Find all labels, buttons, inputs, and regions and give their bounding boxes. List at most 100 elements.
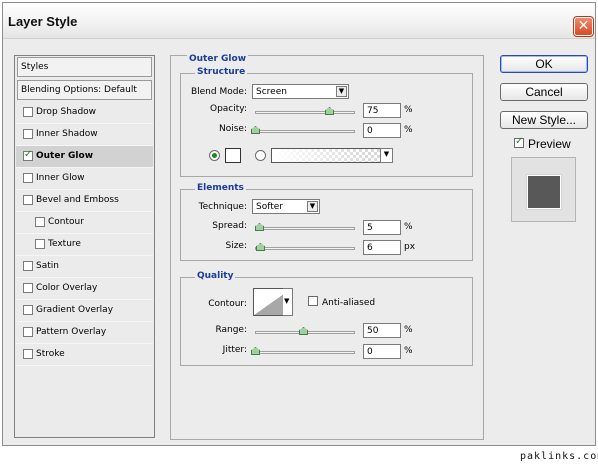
style-item-bevel-and-emboss[interactable]: Bevel and Emboss — [16, 190, 153, 212]
range-unit: % — [404, 325, 413, 335]
technique-value: Softer — [256, 202, 283, 212]
opacity-value: 75 — [367, 106, 379, 116]
spread-label: Spread: — [212, 221, 247, 231]
range-input[interactable]: 50 — [363, 323, 401, 338]
ok-button[interactable]: OK — [500, 55, 588, 73]
style-item-outer-glow[interactable]: Outer Glow — [16, 146, 153, 168]
stroke-checkbox[interactable] — [23, 349, 33, 359]
jitter-label: Jitter: — [222, 345, 247, 355]
jitter-value: 0 — [367, 347, 373, 357]
size-unit: px — [404, 242, 416, 252]
chevron-down-icon: ▼ — [336, 86, 347, 97]
blending-options-label: Blending Options: Default — [21, 85, 137, 95]
noise-unit: % — [404, 125, 413, 135]
styles-header[interactable]: Styles — [17, 57, 152, 77]
quality-title: Quality — [195, 271, 236, 281]
pattern-overlay-checkbox[interactable] — [23, 327, 33, 337]
opacity-slider[interactable] — [255, 111, 355, 114]
noise-value: 0 — [367, 126, 373, 136]
inner-shadow-checkbox[interactable] — [23, 129, 33, 139]
styles-header-label: Styles — [21, 62, 49, 72]
style-item-inner-glow[interactable]: Inner Glow — [16, 168, 153, 190]
glow-gradient-picker[interactable] — [271, 148, 391, 163]
technique-select[interactable]: Softer ▼ — [252, 199, 320, 214]
blend-mode-select[interactable]: Screen ▼ — [252, 84, 349, 99]
cancel-button[interactable]: Cancel — [500, 83, 588, 101]
noise-input[interactable]: 0 — [363, 123, 401, 138]
structure-title: Structure — [195, 67, 248, 77]
gradient-radio[interactable] — [255, 150, 266, 161]
range-label: Range: — [215, 325, 247, 335]
gradient-overlay-label: Gradient Overlay — [36, 305, 114, 315]
style-item-satin[interactable]: Satin — [16, 256, 153, 278]
chevron-down-icon: ▼ — [381, 150, 392, 161]
contour-checkbox[interactable] — [35, 217, 45, 227]
outer-glow-checkbox[interactable] — [23, 149, 33, 161]
size-input[interactable]: 6 — [363, 240, 401, 255]
chevron-down-icon: ▼ — [307, 201, 318, 212]
inner-glow-checkbox[interactable] — [23, 173, 33, 183]
contour-dropdown-button[interactable]: ▼ — [283, 288, 293, 316]
preview-checkbox[interactable] — [514, 136, 524, 148]
solid-color-radio[interactable] — [209, 150, 220, 161]
spread-unit: % — [404, 222, 413, 232]
style-item-inner-shadow[interactable]: Inner Shadow — [16, 124, 153, 146]
outer-glow-label: Outer Glow — [36, 151, 94, 161]
new-style-button[interactable]: New Style... — [500, 111, 588, 129]
layer-style-dialog: Layer Style ✕ Styles Blending Options: D… — [2, 2, 596, 446]
glow-color-swatch[interactable] — [225, 148, 241, 163]
jitter-slider[interactable] — [255, 351, 355, 354]
noise-label: Noise: — [219, 124, 247, 134]
spread-input[interactable]: 5 — [363, 220, 401, 235]
elements-title: Elements — [195, 183, 246, 193]
contour-label-text: Contour: — [208, 299, 247, 309]
technique-label: Technique: — [198, 202, 247, 212]
style-item-drop-shadow[interactable]: Drop Shadow — [16, 102, 153, 124]
jitter-unit: % — [404, 346, 413, 356]
jitter-input[interactable]: 0 — [363, 344, 401, 359]
blending-options-item[interactable]: Blending Options: Default — [17, 80, 152, 100]
spread-slider[interactable] — [255, 227, 355, 230]
style-item-contour[interactable]: Contour — [16, 212, 153, 234]
anti-aliased-label: Anti-aliased — [322, 298, 376, 308]
preview-label: Preview — [528, 137, 571, 151]
chevron-down-icon: ▼ — [284, 297, 290, 305]
bevel-and-emboss-checkbox[interactable] — [23, 195, 33, 205]
stroke-label: Stroke — [36, 349, 65, 359]
inner-glow-label: Inner Glow — [36, 173, 85, 183]
satin-label: Satin — [36, 261, 59, 271]
drop-shadow-checkbox[interactable] — [23, 107, 33, 117]
size-value: 6 — [367, 243, 373, 253]
style-item-pattern-overlay[interactable]: Pattern Overlay — [16, 322, 153, 344]
drop-shadow-label: Drop Shadow — [36, 107, 97, 117]
size-label: Size: — [225, 241, 247, 251]
bevel-and-emboss-label: Bevel and Emboss — [36, 195, 119, 205]
gradient-dropdown-button[interactable]: ▼ — [380, 148, 393, 163]
style-item-texture[interactable]: Texture — [16, 234, 153, 256]
range-value: 50 — [367, 326, 379, 336]
texture-checkbox[interactable] — [35, 239, 45, 249]
watermark-text: paklinks.com — [520, 451, 598, 462]
color-overlay-checkbox[interactable] — [23, 283, 33, 293]
inner-shadow-label: Inner Shadow — [36, 129, 98, 139]
color-overlay-label: Color Overlay — [36, 283, 98, 293]
style-item-color-overlay[interactable]: Color Overlay — [16, 278, 153, 300]
satin-checkbox[interactable] — [23, 261, 33, 271]
opacity-input[interactable]: 75 — [363, 103, 401, 118]
styles-list: Styles Blending Options: Default Drop Sh… — [14, 55, 155, 438]
noise-slider[interactable] — [255, 130, 355, 133]
style-item-stroke[interactable]: Stroke — [16, 344, 153, 366]
close-icon[interactable]: ✕ — [573, 16, 594, 37]
blend-mode-value: Screen — [256, 87, 287, 97]
blend-mode-label: Blend Mode: — [190, 87, 247, 97]
style-item-gradient-overlay[interactable]: Gradient Overlay — [16, 300, 153, 322]
pattern-overlay-label: Pattern Overlay — [36, 327, 107, 337]
gradient-overlay-checkbox[interactable] — [23, 305, 33, 315]
texture-label: Texture — [48, 239, 81, 249]
anti-aliased-checkbox[interactable] — [308, 296, 318, 306]
title-bar[interactable]: Layer Style — [3, 3, 595, 39]
size-slider[interactable] — [255, 247, 355, 250]
spread-value: 5 — [367, 223, 373, 233]
opacity-unit: % — [404, 105, 413, 115]
contour-label: Contour — [48, 217, 84, 227]
